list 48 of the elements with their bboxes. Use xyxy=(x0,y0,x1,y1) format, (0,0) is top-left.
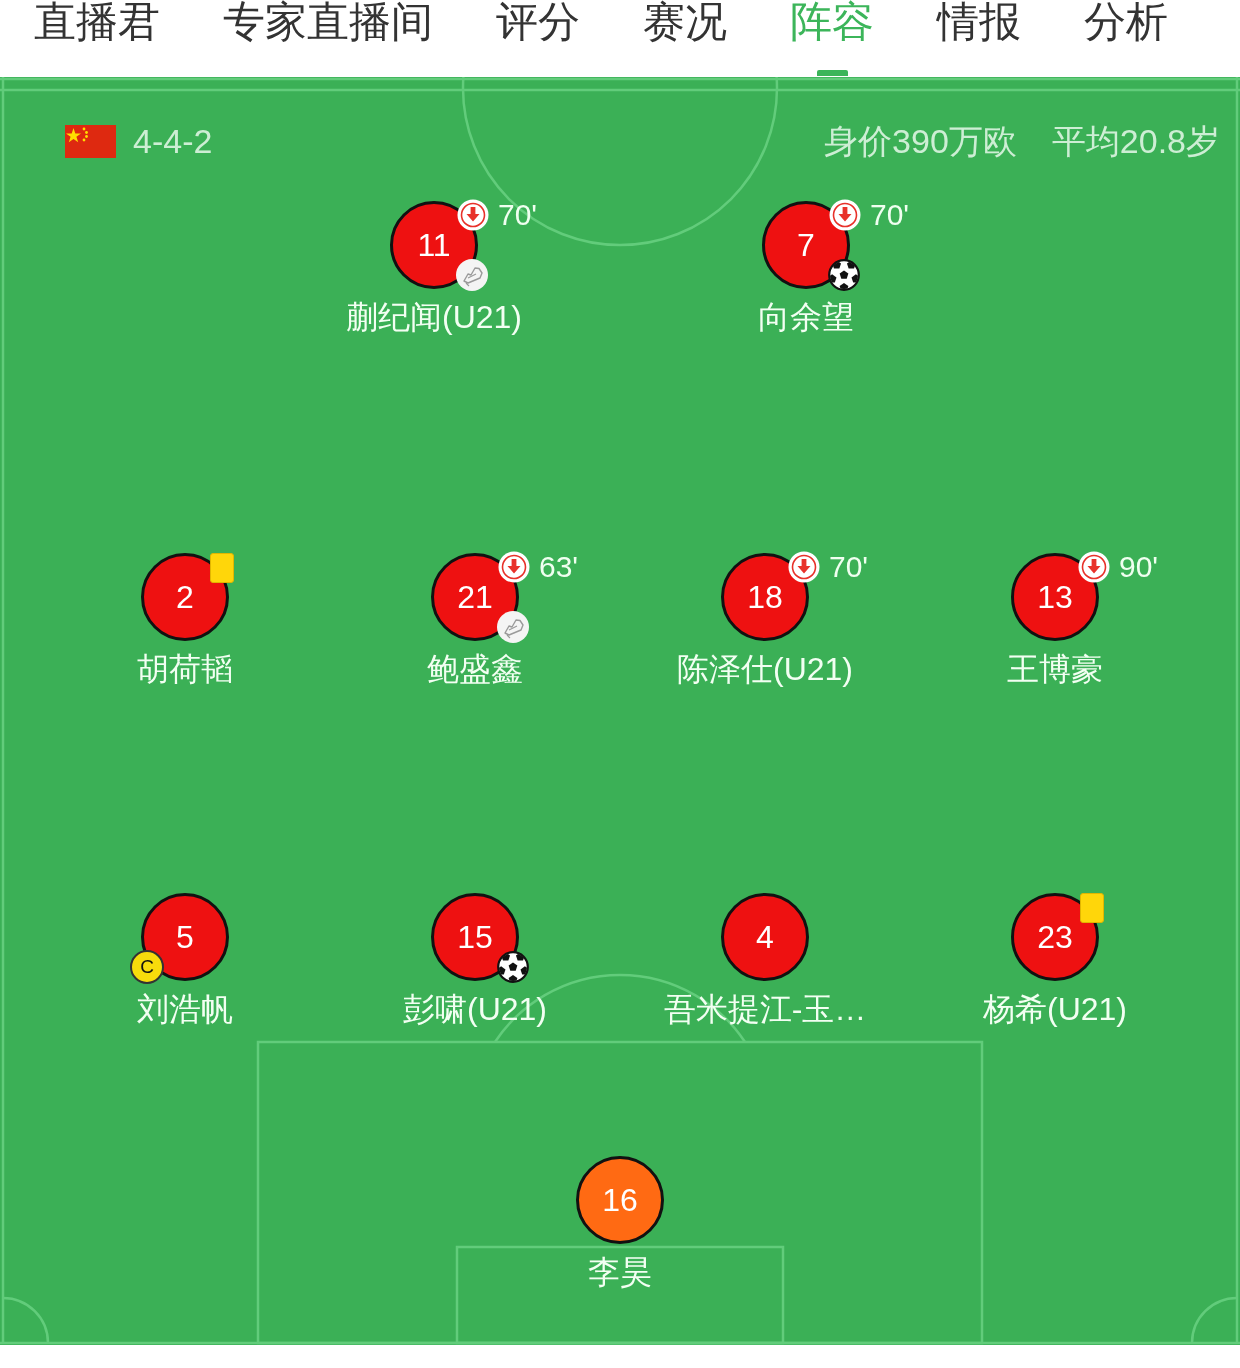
corner-arc xyxy=(1190,1296,1238,1344)
down-arrow-icon xyxy=(829,199,861,231)
down-arrow-icon xyxy=(788,551,820,583)
player-name: 鲍盛鑫 xyxy=(427,650,523,689)
player-name: 向余望 xyxy=(758,298,854,337)
player-marker[interactable]: 23 xyxy=(1011,893,1099,981)
captain-marker: C xyxy=(130,950,164,984)
substitution-minute: 63' xyxy=(539,549,579,585)
booking-card-icon xyxy=(210,553,234,583)
substitution-minute: 90' xyxy=(1119,549,1159,585)
player-marker[interactable]: 4 xyxy=(721,893,809,981)
substitution-minute: 70' xyxy=(870,197,910,233)
tab[interactable]: 分析 xyxy=(1084,0,1168,77)
boot-icon xyxy=(456,259,488,291)
tab[interactable]: 情报 xyxy=(937,0,1021,77)
market-value-label: 身价390万欧 xyxy=(824,123,1017,159)
player-marker[interactable]: 18 xyxy=(721,553,809,641)
tab[interactable]: 赛况 xyxy=(643,0,727,77)
soccer-ball-icon xyxy=(828,259,860,291)
player-name: 蒯纪闻(U21) xyxy=(346,298,522,337)
player-name: 胡荷韬 xyxy=(137,650,233,689)
substitution-minute: 70' xyxy=(498,197,538,233)
formation-label: 4-4-2 xyxy=(133,123,213,159)
tab[interactable]: 评分 xyxy=(496,0,580,77)
substitution-minute: 70' xyxy=(829,549,869,585)
player-name: 王博豪 xyxy=(1007,650,1103,689)
player-name: 李昊 xyxy=(588,1253,652,1292)
player-name: 陈泽仕(U21) xyxy=(677,650,853,689)
player-marker[interactable]: 2 xyxy=(141,553,229,641)
booking-card-icon xyxy=(1080,893,1104,923)
soccer-ball-icon xyxy=(497,951,529,983)
flag-icon xyxy=(65,124,116,158)
tab[interactable]: 阵容 xyxy=(790,0,874,77)
player-marker[interactable]: 16 xyxy=(576,1156,664,1244)
down-arrow-icon xyxy=(457,199,489,231)
tab[interactable]: 直播君 xyxy=(34,0,160,77)
player-marker[interactable]: 13 xyxy=(1011,553,1099,641)
player-name: 彭啸(U21) xyxy=(403,990,547,1029)
player-name: 吾米提江-玉… xyxy=(663,990,867,1029)
tab[interactable]: 专家直播间 xyxy=(223,0,433,77)
down-arrow-icon xyxy=(1078,551,1110,583)
down-arrow-icon xyxy=(498,551,530,583)
boot-icon xyxy=(497,611,529,643)
average-age-label: 平均20.8岁 xyxy=(1051,123,1220,159)
player-name: 刘浩帆 xyxy=(137,990,233,1029)
corner-arc xyxy=(2,1296,50,1344)
player-marker[interactable]: 15 xyxy=(431,893,519,981)
player-name: 杨希(U21) xyxy=(983,990,1127,1029)
